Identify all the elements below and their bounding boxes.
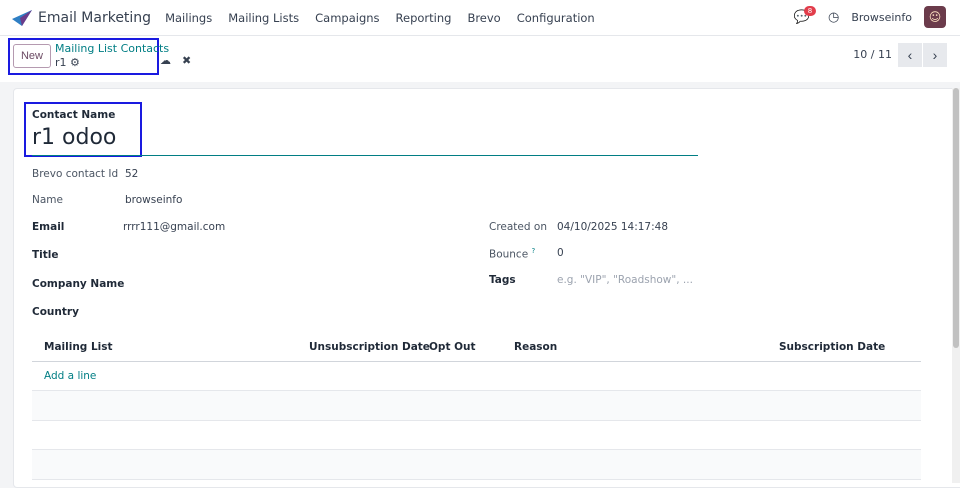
brevo-id-label: Brevo contact Id [32, 168, 119, 180]
new-button[interactable]: New [13, 44, 51, 68]
record-label: r1 [55, 56, 67, 69]
empty-row [32, 391, 921, 420]
empty-row [32, 450, 921, 479]
user-name[interactable]: Browseinfo [851, 11, 912, 24]
app-title[interactable]: Email Marketing [38, 10, 151, 26]
email-value[interactable]: rrrr111@gmail.com [123, 221, 225, 233]
scrollbar-thumb[interactable] [953, 88, 959, 348]
created-label: Created on [489, 221, 547, 233]
menu-reporting[interactable]: Reporting [396, 11, 452, 25]
name-label: Name [32, 194, 63, 206]
bounce-label-text: Bounce [489, 248, 529, 261]
tags-input[interactable]: e.g. "VIP", "Roadshow", ... [557, 274, 693, 286]
bounce-value[interactable]: 0 [557, 247, 564, 259]
gear-icon[interactable]: ⚙ [70, 56, 80, 69]
bounce-label: Bounce ? [489, 247, 535, 261]
discard-icon[interactable]: ✖ [182, 54, 191, 67]
header-divider [32, 361, 921, 362]
created-value: 04/10/2025 14:17:48 [557, 221, 669, 233]
menu-brevo[interactable]: Brevo [467, 11, 500, 25]
company-label: Company Name [32, 278, 125, 290]
name-underline [32, 155, 698, 156]
contact-name-input[interactable]: r1 odoo [32, 125, 116, 150]
menu-configuration[interactable]: Configuration [517, 11, 595, 25]
help-icon[interactable]: ? [532, 247, 536, 255]
name-value[interactable]: browseinfo [125, 194, 182, 206]
col-mailing-list[interactable]: Mailing List [44, 341, 113, 353]
save-cloud-icon[interactable]: ☁ [160, 54, 171, 67]
pager-value[interactable]: 10 / 11 [853, 48, 892, 61]
add-line-link[interactable]: Add a line [44, 370, 96, 382]
form-sheet [13, 88, 960, 488]
breadcrumb[interactable]: Mailing List Contacts [55, 42, 169, 55]
app-logo-icon[interactable] [12, 9, 32, 26]
record-name: r1 ⚙ [55, 56, 80, 69]
row-divider [32, 420, 921, 421]
clock-icon[interactable]: ◷ [828, 10, 839, 25]
tags-label: Tags [489, 274, 516, 286]
row-divider [32, 479, 921, 480]
notification-badge: 8 [803, 5, 817, 16]
email-label: Email [32, 221, 65, 233]
col-subscription-date[interactable]: Subscription Date [779, 341, 885, 353]
title-label: Title [32, 249, 59, 261]
menu-mailings[interactable]: Mailings [165, 11, 212, 25]
menu-mailing-lists[interactable]: Mailing Lists [228, 11, 299, 25]
brevo-id-value[interactable]: 52 [125, 168, 138, 180]
col-unsubscription-date[interactable]: Unsubscription Date [309, 341, 430, 353]
previous-button[interactable]: ‹ [898, 43, 922, 67]
menu-campaigns[interactable]: Campaigns [315, 11, 379, 25]
avatar[interactable]: ☺ [924, 6, 946, 28]
col-opt-out[interactable]: Opt Out [429, 341, 476, 353]
col-reason[interactable]: Reason [514, 341, 557, 353]
chat-icon[interactable]: 💬 8 [794, 5, 817, 25]
top-navbar: Email Marketing Mailings Mailing Lists C… [0, 0, 960, 36]
scrollbar[interactable] [952, 88, 960, 483]
contact-name-label: Contact Name [32, 109, 116, 121]
country-label: Country [32, 306, 79, 318]
next-button[interactable]: › [923, 43, 947, 67]
